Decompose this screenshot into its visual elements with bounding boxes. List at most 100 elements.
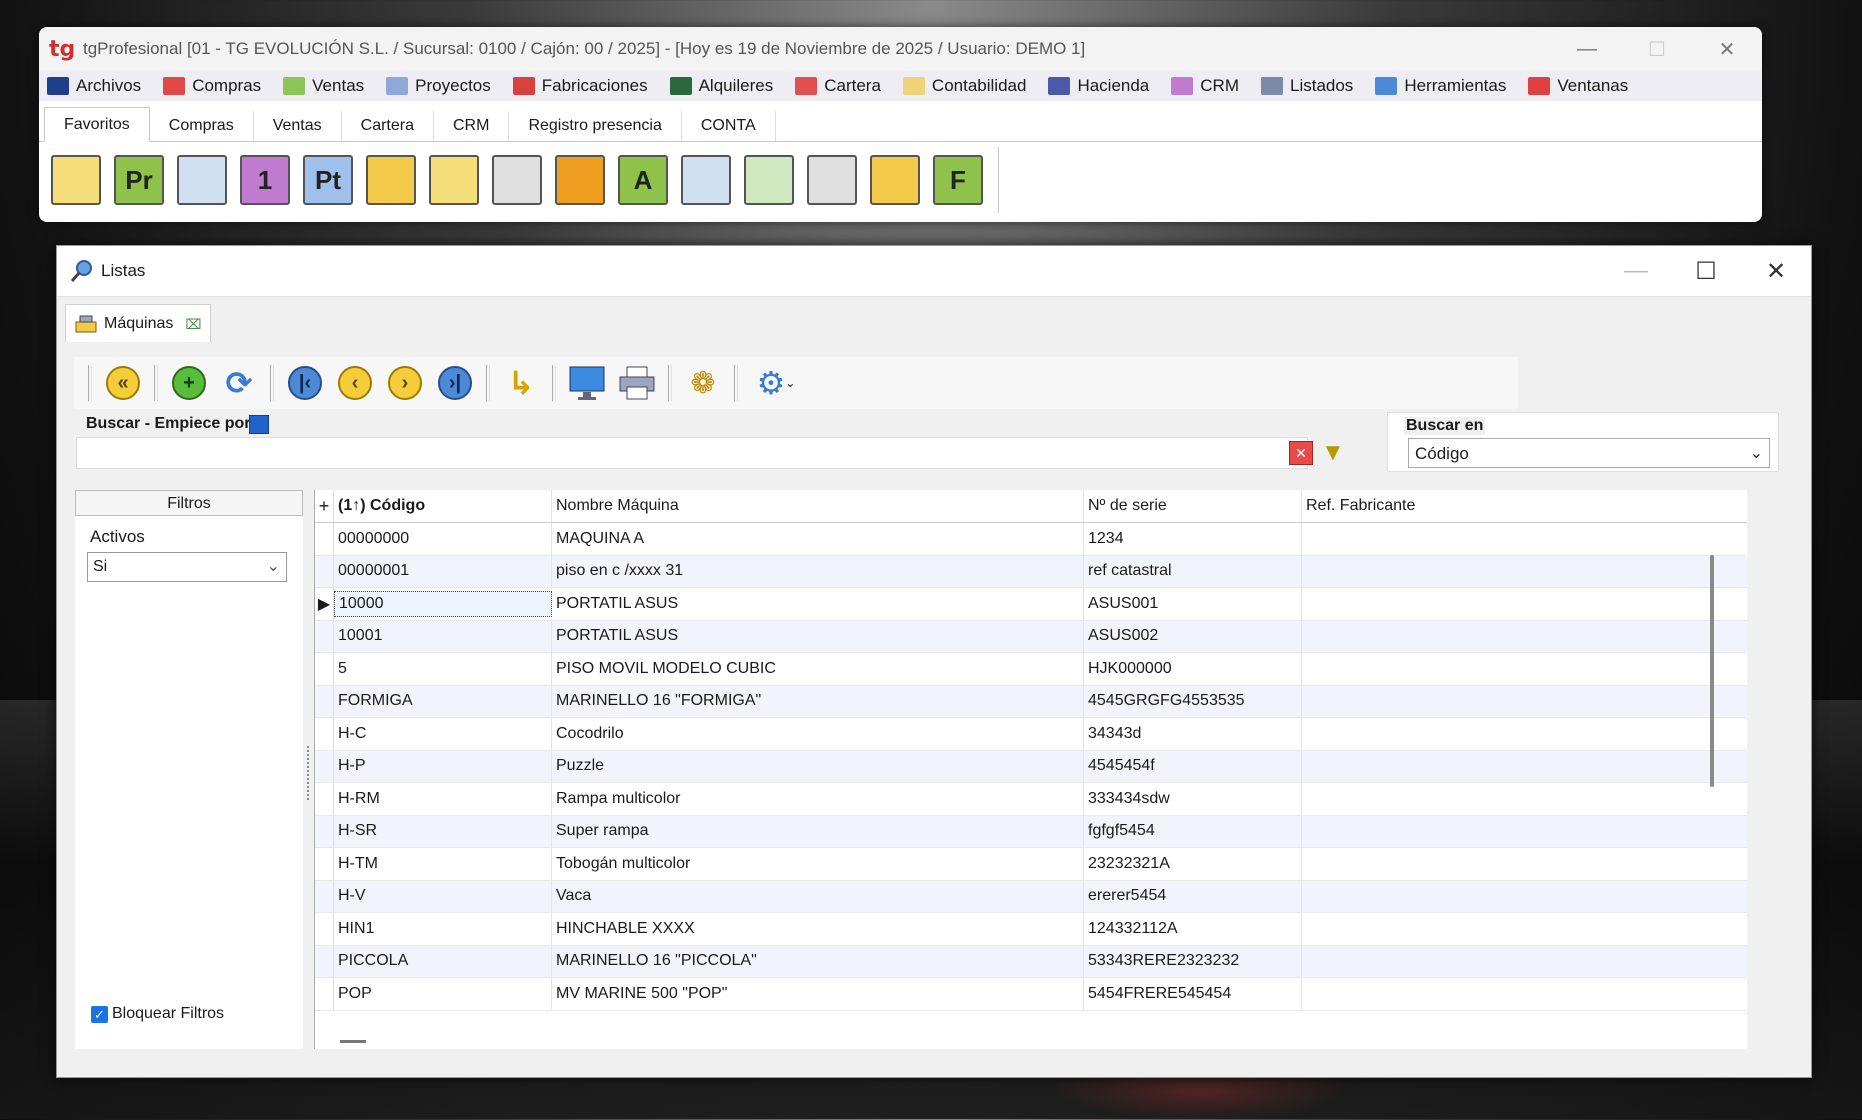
back-button[interactable]: « (102, 362, 144, 404)
menu-item-contabilidad[interactable]: Contabilidad (902, 76, 1026, 96)
minimize-icon[interactable]: — (1601, 257, 1671, 285)
table-cell[interactable]: PORTATIL ASUS (552, 588, 1084, 620)
table-cell[interactable]: FORMIGA (334, 685, 552, 717)
table-row[interactable]: FORMIGA MARINELLO 16 "FORMIGA" 4545GRGFG45… (315, 685, 1747, 718)
table-row[interactable]: HIN1 HINCHABLE XXXX 124332112A (315, 913, 1747, 946)
presentation-icon[interactable] (681, 155, 731, 205)
close-icon[interactable]: ✕ (1692, 37, 1762, 62)
table-cell[interactable]: 10001 (334, 620, 552, 652)
next-record-button[interactable]: › (384, 362, 426, 404)
cash-register-icon[interactable] (807, 155, 857, 205)
refresh-button[interactable]: ⟳ (218, 362, 260, 404)
table-cell[interactable]: 4545GRGFG4553535 (1084, 685, 1302, 717)
maximize-icon[interactable]: ☐ (1622, 37, 1692, 62)
tab-cartera[interactable]: Cartera (342, 111, 434, 141)
menu-item-listados[interactable]: Listados (1260, 76, 1353, 96)
table-cell[interactable]: H-RM (334, 783, 552, 815)
table-cell[interactable]: MARINELLO 16 "FORMIGA" (552, 685, 1084, 717)
table-cell[interactable]: 5454FRERE545454 (1084, 978, 1302, 1010)
presentation-icon[interactable] (177, 155, 227, 205)
labels-button[interactable]: ❁ (682, 362, 724, 404)
table-cell[interactable]: Cocodrilo (552, 718, 1084, 750)
minimize-icon[interactable]: — (1552, 38, 1622, 61)
table-cell[interactable]: PORTATIL ASUS (552, 620, 1084, 652)
grid-icon[interactable] (555, 155, 605, 205)
first-record-button[interactable]: |‹ (284, 362, 326, 404)
menu-item-cartera[interactable]: Cartera (795, 76, 881, 96)
table-cell[interactable] (1302, 978, 1747, 1010)
table-cell[interactable] (1302, 653, 1747, 685)
table-cell[interactable] (1302, 621, 1747, 653)
menu-item-fabricaciones[interactable]: Fabricaciones (512, 76, 648, 96)
table-cell[interactable]: 333434sdw (1084, 783, 1302, 815)
table-cell[interactable]: MARINELLO 16 "PICCOLA" (552, 945, 1084, 977)
search-in-select[interactable]: Código ⌄ (1408, 438, 1770, 468)
user-icon[interactable] (744, 155, 794, 205)
tab-favoritos[interactable]: Favoritos (44, 107, 150, 142)
table-cell[interactable]: 124332112A (1084, 913, 1302, 945)
table-cell[interactable] (1302, 751, 1747, 783)
menu-item-alquileres[interactable]: Alquileres (669, 76, 773, 96)
info-icon[interactable] (249, 415, 269, 434)
document-a-icon[interactable]: A (618, 155, 668, 205)
table-cell[interactable]: 34343d (1084, 718, 1302, 750)
add-button[interactable]: + (168, 362, 210, 404)
tab-registro-presencia[interactable]: Registro presencia (509, 111, 682, 141)
column-header[interactable]: (1↑) Código (334, 490, 552, 522)
close-icon[interactable]: ✕ (1741, 257, 1811, 286)
previous-record-button[interactable]: ‹ (334, 362, 376, 404)
table-cell[interactable]: 23232321A (1084, 848, 1302, 880)
table-cell[interactable]: Super rampa (552, 815, 1084, 847)
table-row[interactable]: 00000000 MAQUINA A 1234 (315, 523, 1747, 556)
table-cell[interactable]: 4545454f (1084, 750, 1302, 782)
horizontal-scrollbar[interactable] (340, 1040, 366, 1043)
menu-item-ventanas[interactable]: Ventanas (1528, 76, 1628, 96)
table-cell[interactable]: 5 (334, 653, 552, 685)
box-icon[interactable] (51, 155, 101, 205)
table-cell[interactable]: PISO MOVIL MODELO CUBIC (552, 653, 1084, 685)
table-cell[interactable]: 1234 (1084, 523, 1302, 555)
box-icon[interactable] (429, 155, 479, 205)
table-cell[interactable]: MAQUINA A (552, 523, 1084, 555)
table-row[interactable]: H-TM Tobogán multicolor 23232321A (315, 848, 1747, 881)
table-cell[interactable]: ASUS001 (1084, 588, 1302, 620)
table-cell[interactable] (1302, 556, 1747, 588)
menu-item-archivos[interactable]: Archivos (47, 76, 141, 96)
table-row[interactable]: POP MV MARINE 500 "POP" 5454FRERE545454 (315, 978, 1747, 1011)
close-tab-icon[interactable]: ⌧ (185, 316, 201, 333)
table-row[interactable]: 00000001 piso en c /xxxx 31 ref catastral (315, 555, 1747, 588)
menu-item-herramientas[interactable]: Herramientas (1375, 76, 1506, 96)
table-cell[interactable]: H-SR (334, 815, 552, 847)
search-input[interactable] (76, 437, 1308, 469)
cash-register-icon[interactable] (492, 155, 542, 205)
table-cell[interactable]: MV MARINE 500 "POP" (552, 978, 1084, 1010)
table-cell[interactable]: HJK000000 (1084, 653, 1302, 685)
print-button[interactable] (616, 362, 658, 404)
tab-ventas[interactable]: Ventas (254, 111, 342, 141)
tab-compras[interactable]: Compras (150, 111, 254, 141)
document-f-icon[interactable]: F (933, 155, 983, 205)
table-cell[interactable]: H-C (334, 718, 552, 750)
active-filter-select[interactable]: Si ⌄ (87, 552, 287, 582)
last-record-button[interactable]: ›| (434, 362, 476, 404)
settings-button[interactable]: ⚙ ⌄ (748, 362, 804, 404)
table-cell[interactable] (1302, 881, 1747, 913)
maximize-icon[interactable]: ☐ (1671, 257, 1741, 286)
table-cell[interactable] (1302, 686, 1747, 718)
table-row[interactable]: 10001 PORTATIL ASUS ASUS002 (315, 620, 1747, 653)
table-cell[interactable]: ererer5454 (1084, 880, 1302, 912)
table-cell[interactable]: Tobogán multicolor (552, 848, 1084, 880)
menu-item-ventas[interactable]: Ventas (283, 76, 364, 96)
table-cell[interactable]: fgfgf5454 (1084, 815, 1302, 847)
table-cell[interactable]: POP (334, 978, 552, 1010)
menu-item-hacienda[interactable]: Hacienda (1048, 76, 1149, 96)
table-cell[interactable]: H-V (334, 880, 552, 912)
table-cell[interactable]: ref catastral (1084, 555, 1302, 587)
table-cell[interactable]: Puzzle (552, 750, 1084, 782)
table-cell[interactable]: HINCHABLE XXXX (552, 913, 1084, 945)
filter-icon[interactable]: ▼ (1321, 439, 1345, 467)
table-row[interactable]: ▶ 10000 PORTATIL ASUS ASUS001 (315, 588, 1747, 621)
table-cell[interactable]: 53343RERE2323232 (1084, 945, 1302, 977)
table-row[interactable]: 5 PISO MOVIL MODELO CUBIC HJK000000 (315, 653, 1747, 686)
calendar-icon[interactable]: 1 (240, 155, 290, 205)
